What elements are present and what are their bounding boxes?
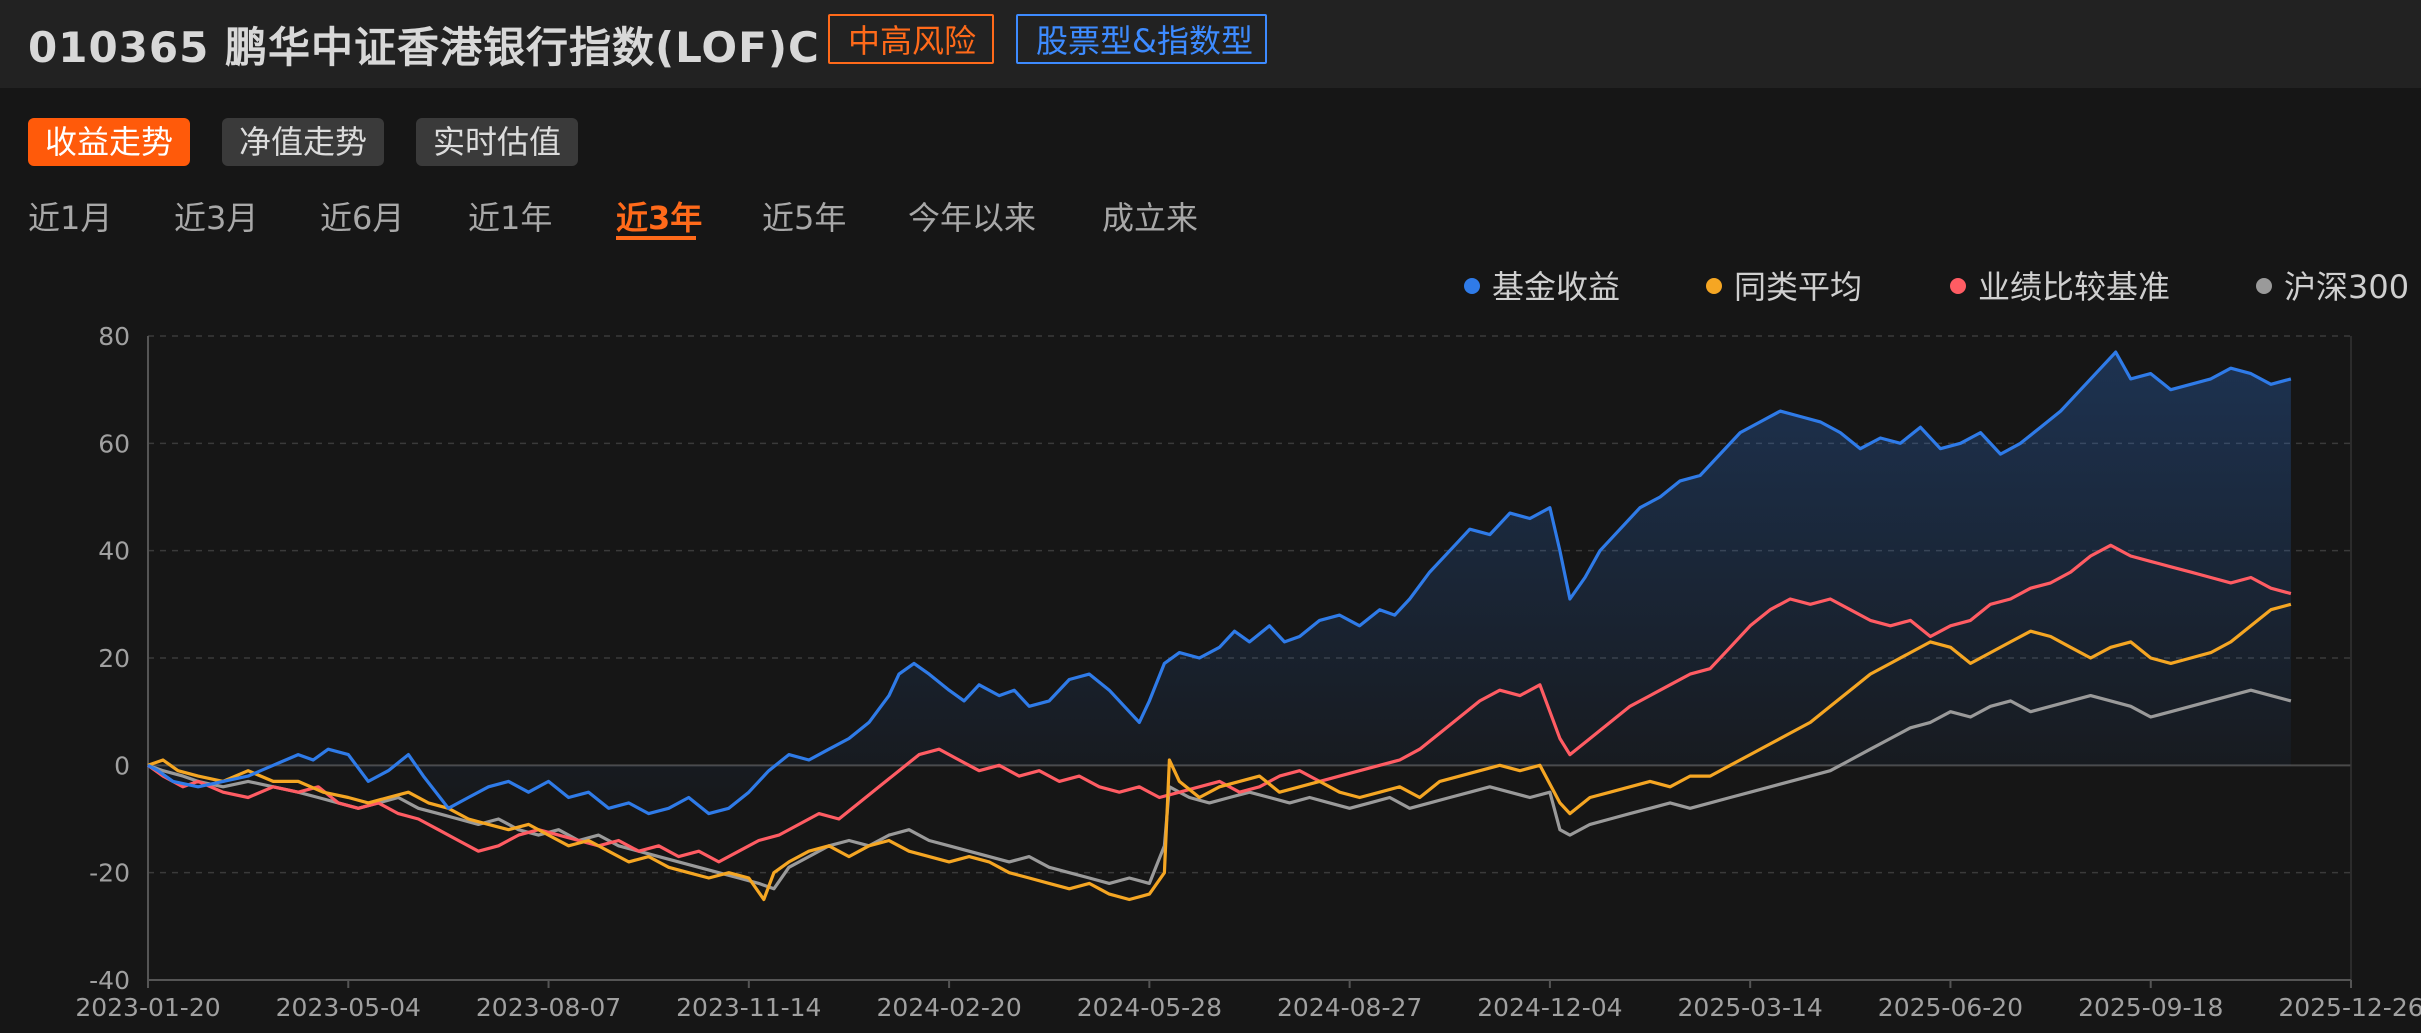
legend-dot-benchmark <box>1950 278 1966 294</box>
risk-badge: 中高风险 <box>828 14 994 64</box>
legend-item-hs300[interactable]: 沪深300 <box>2256 262 2409 306</box>
x-tick-label: 2023-05-04 <box>276 993 421 1022</box>
legend-label-category-avg: 同类平均 <box>1734 268 1863 306</box>
legend-dot-hs300 <box>2256 278 2272 294</box>
x-tick-label: 2023-08-07 <box>476 993 621 1022</box>
range-tab-3y[interactable]: 近3年 <box>616 194 702 242</box>
y-tick-label: 80 <box>98 322 130 351</box>
x-tick-label: 2024-12-04 <box>1477 993 1622 1022</box>
legend-item-category-avg[interactable]: 同类平均 <box>1706 262 1862 306</box>
range-tab-ytd[interactable]: 今年以来 <box>908 194 1036 242</box>
x-tick-label: 2025-12-26 <box>2278 993 2421 1022</box>
legend-label-hs300: 沪深300 <box>2284 268 2410 306</box>
series-area-0 <box>148 352 2291 814</box>
y-tick-label: 40 <box>98 537 130 566</box>
y-tick-label: -20 <box>89 859 130 888</box>
legend-item-fund[interactable]: 基金收益 <box>1464 262 1620 306</box>
x-tick-label: 2023-01-20 <box>75 993 220 1022</box>
x-tick-label: 2025-03-14 <box>1678 993 1823 1022</box>
y-tick-label: 20 <box>98 644 130 673</box>
tab-nav-trend[interactable]: 净值走势 <box>222 118 384 166</box>
y-tick-label: 60 <box>98 429 130 458</box>
range-tab-since-inception[interactable]: 成立来 <box>1102 194 1198 242</box>
fund-header: 010365 鹏华中证香港银行指数(LOF)C 中高风险 股票型&指数型 <box>0 0 2421 88</box>
range-tab-3m[interactable]: 近3月 <box>174 194 258 242</box>
range-tab-1y[interactable]: 近1年 <box>468 194 552 242</box>
type-badge: 股票型&指数型 <box>1016 14 1267 64</box>
legend-item-benchmark[interactable]: 业绩比较基准 <box>1950 262 2170 306</box>
tab-realtime-estimate[interactable]: 实时估值 <box>416 118 578 166</box>
y-tick-label: -40 <box>89 966 130 995</box>
fund-title: 010365 鹏华中证香港银行指数(LOF)C <box>28 23 820 72</box>
active-range-underline <box>616 236 696 240</box>
legend-dot-fund <box>1464 278 1480 294</box>
x-tick-label: 2023-11-14 <box>676 993 821 1022</box>
x-tick-label: 2025-06-20 <box>1878 993 2023 1022</box>
tab-return-trend[interactable]: 收益走势 <box>28 118 190 166</box>
y-tick-label: 0 <box>114 751 130 780</box>
x-tick-label: 2025-09-18 <box>2078 993 2223 1022</box>
legend-label-benchmark: 业绩比较基准 <box>1978 268 2171 306</box>
return-chart[interactable]: 80 60 40 20 0 -20 -402023-01-20 2023-05-04 2023-… <box>0 310 2421 1033</box>
range-tab-5y[interactable]: 近5年 <box>762 194 846 242</box>
x-tick-label: 2024-02-20 <box>876 993 1021 1022</box>
x-tick-label: 2024-05-28 <box>1077 993 1222 1022</box>
range-tab-6m[interactable]: 近6月 <box>320 194 404 242</box>
legend-label-fund: 基金收益 <box>1492 268 1621 306</box>
range-tab-1m[interactable]: 近1月 <box>28 194 112 242</box>
x-tick-label: 2024-08-27 <box>1277 993 1422 1022</box>
legend-dot-category-avg <box>1706 278 1722 294</box>
